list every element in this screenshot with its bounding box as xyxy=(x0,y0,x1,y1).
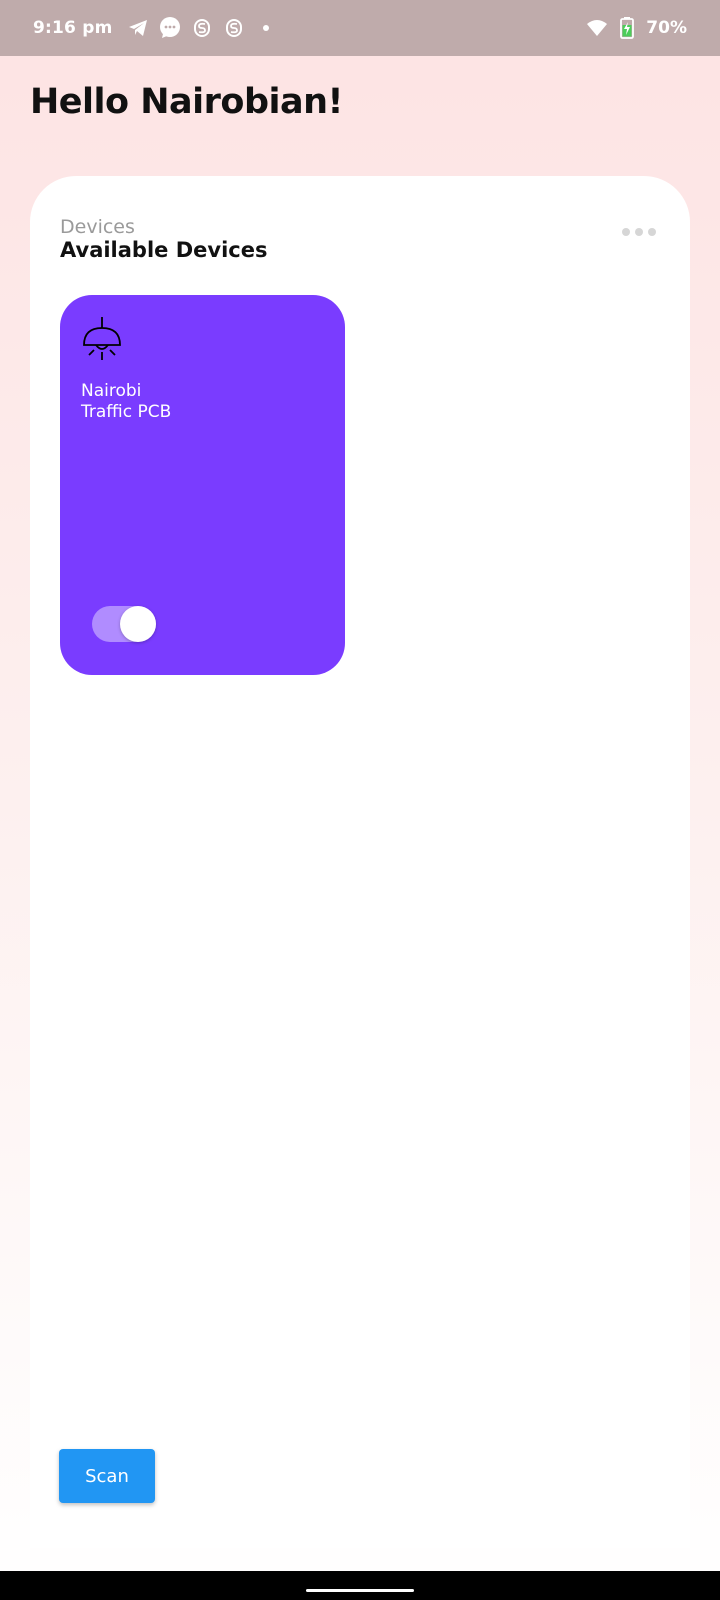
battery-charging-icon xyxy=(616,17,638,39)
more-options-button[interactable] xyxy=(622,226,656,238)
more-dot-icon xyxy=(635,228,643,236)
status-time: 9:16 pm xyxy=(33,18,113,38)
s-app-icon xyxy=(223,17,245,39)
devices-subtitle: Devices xyxy=(60,216,135,238)
wifi-icon xyxy=(586,17,608,39)
ceiling-lamp-icon xyxy=(83,317,121,360)
device-name-line2: Traffic PCB xyxy=(81,402,172,422)
device-name: Nairobi Traffic PCB xyxy=(81,381,171,423)
device-card[interactable]: Nairobi Traffic PCB xyxy=(60,295,345,675)
status-right: 70% xyxy=(586,17,687,39)
available-devices-title: Available Devices xyxy=(60,238,268,262)
battery-percent: 70% xyxy=(646,18,687,38)
greeting-title: Hello Nairobian! xyxy=(30,82,344,122)
status-bar: 9:16 pm 70% xyxy=(0,0,720,56)
devices-panel: Devices Available Devices Nairobi Traffi… xyxy=(30,176,690,1548)
navigation-bar xyxy=(0,1571,720,1600)
more-dot-icon xyxy=(622,228,630,236)
device-power-toggle[interactable] xyxy=(92,606,156,642)
messages-icon xyxy=(159,17,181,39)
toggle-knob xyxy=(120,606,156,642)
more-dot-icon xyxy=(648,228,656,236)
home-indicator[interactable] xyxy=(306,1589,414,1592)
telegram-icon xyxy=(127,17,149,39)
dot-icon xyxy=(255,17,277,39)
scan-button[interactable]: Scan xyxy=(59,1449,155,1503)
status-left: 9:16 pm xyxy=(33,17,277,39)
device-name-line1: Nairobi xyxy=(81,381,142,401)
s-app-icon xyxy=(191,17,213,39)
